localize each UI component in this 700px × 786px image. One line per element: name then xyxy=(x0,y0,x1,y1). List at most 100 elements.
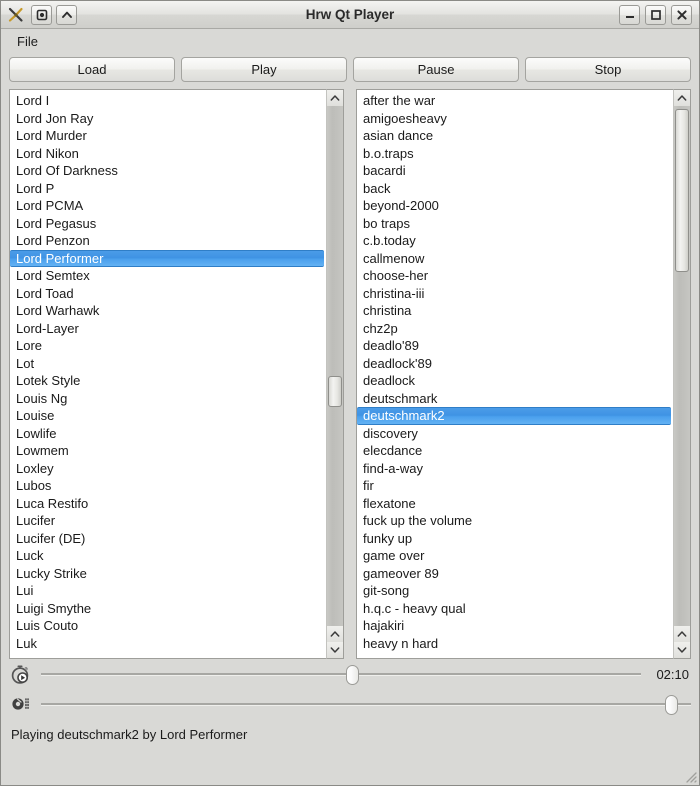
track-list-item[interactable]: fir xyxy=(357,477,673,495)
track-list-item[interactable]: bacardi xyxy=(357,162,673,180)
track-list-item[interactable]: chz2p xyxy=(357,320,673,338)
minimize-icon xyxy=(625,15,634,18)
artist-list-item[interactable]: Lucifer xyxy=(10,512,326,530)
track-list-item[interactable]: discovery xyxy=(357,425,673,443)
load-button[interactable]: Load xyxy=(9,57,175,82)
track-list-item[interactable]: bo traps xyxy=(357,215,673,233)
track-list-item[interactable]: fuck up the volume xyxy=(357,512,673,530)
artist-list-item[interactable]: Lowmem xyxy=(10,442,326,460)
track-list-item[interactable]: heavy n hard xyxy=(357,635,673,653)
scroll-up-arrow-bottom[interactable] xyxy=(674,626,690,642)
track-list-item[interactable]: callmenow xyxy=(357,250,673,268)
artist-list-item[interactable]: Lord Toad xyxy=(10,285,326,303)
artist-list-item[interactable]: Lord Semtex xyxy=(10,267,326,285)
menubar: File xyxy=(1,29,699,54)
scroll-track[interactable] xyxy=(327,106,343,626)
shade-button[interactable] xyxy=(56,4,77,25)
scroll-up-arrow[interactable] xyxy=(327,90,343,106)
artist-list-item[interactable]: Lowlife xyxy=(10,425,326,443)
track-list-item[interactable]: deadlock'89 xyxy=(357,355,673,373)
artist-list-scrollbar[interactable] xyxy=(326,89,344,659)
position-slider[interactable] xyxy=(41,663,641,685)
artist-list-item[interactable]: Lucifer (DE) xyxy=(10,530,326,548)
track-list-item[interactable]: deadlock xyxy=(357,372,673,390)
resize-grip-icon[interactable] xyxy=(681,767,697,783)
track-list-item[interactable]: after the war xyxy=(357,92,673,110)
scroll-up-arrow[interactable] xyxy=(674,90,690,106)
track-list-item[interactable]: flexatone xyxy=(357,495,673,513)
track-list-item[interactable]: christina-iii xyxy=(357,285,673,303)
artist-list-item[interactable]: Lui xyxy=(10,582,326,600)
stop-button[interactable]: Stop xyxy=(525,57,691,82)
artist-list-item[interactable]: Lord Pegasus xyxy=(10,215,326,233)
maximize-button[interactable] xyxy=(645,4,666,25)
time-label: 02:10 xyxy=(656,666,689,682)
artist-list-item[interactable]: Lord Warhawk xyxy=(10,302,326,320)
track-list-item[interactable]: choose-her xyxy=(357,267,673,285)
track-list-item[interactable]: funky up xyxy=(357,530,673,548)
scroll-thumb[interactable] xyxy=(328,376,342,407)
close-button[interactable] xyxy=(671,4,692,25)
chevron-up-icon xyxy=(61,11,72,18)
track-list-item[interactable]: asian dance xyxy=(357,127,673,145)
artist-list-item[interactable]: Lord-Layer xyxy=(10,320,326,338)
artist-list-item[interactable]: Loxley xyxy=(10,460,326,478)
artist-list-item[interactable]: Louise xyxy=(10,407,326,425)
track-list-item[interactable]: git-song xyxy=(357,582,673,600)
artist-list-item[interactable]: Lord I xyxy=(10,92,326,110)
track-list-item[interactable]: back xyxy=(357,180,673,198)
sticky-button[interactable] xyxy=(31,4,52,25)
track-list-item[interactable]: find-a-way xyxy=(357,460,673,478)
artist-list-item[interactable]: Luca Restifo xyxy=(10,495,326,513)
artist-list-item[interactable]: Lot xyxy=(10,355,326,373)
artist-list-item[interactable]: Lucky Strike xyxy=(10,565,326,583)
track-list[interactable]: after the war amigoesheavy asian dance b.o.… xyxy=(356,89,673,659)
artist-list-item[interactable]: Lord Performer xyxy=(10,249,324,267)
position-slider-handle[interactable] xyxy=(346,665,360,685)
track-list-item[interactable]: game over xyxy=(357,547,673,565)
track-list-items: after the war amigoesheavy asian dance b.o.… xyxy=(357,90,673,652)
pause-button[interactable]: Pause xyxy=(353,57,519,82)
artist-list-item[interactable]: Luck xyxy=(10,547,326,565)
track-list-item[interactable]: gameover 89 xyxy=(357,565,673,583)
track-list-scrollbar[interactable] xyxy=(673,89,691,659)
track-list-item[interactable]: christina xyxy=(357,302,673,320)
titlebar-left-controls xyxy=(5,4,77,25)
artist-list-item[interactable]: Lord Nikon xyxy=(10,145,326,163)
track-list-item[interactable]: deadlo'89 xyxy=(357,337,673,355)
artist-list-item[interactable]: Louis Ng xyxy=(10,390,326,408)
scroll-up-arrow-bottom[interactable] xyxy=(327,626,343,642)
scroll-down-arrow[interactable] xyxy=(674,642,690,658)
artist-list-item[interactable]: Lord Murder xyxy=(10,127,326,145)
volume-slider-handle[interactable] xyxy=(665,695,679,715)
track-list-item[interactable]: h.q.c - heavy qual xyxy=(357,600,673,618)
artist-list-item[interactable]: Lubos xyxy=(10,477,326,495)
artist-list-item[interactable]: Lord P xyxy=(10,180,326,198)
artist-list-item[interactable]: Luk xyxy=(10,635,326,653)
minimize-button[interactable] xyxy=(619,4,640,25)
artist-list-item[interactable]: Lord Jon Ray xyxy=(10,110,326,128)
track-list-item[interactable]: amigoesheavy xyxy=(357,110,673,128)
track-list-item[interactable]: c.b.today xyxy=(357,232,673,250)
scroll-track[interactable] xyxy=(674,106,690,626)
track-list-item[interactable]: beyond-2000 xyxy=(357,197,673,215)
artist-list-item[interactable]: Lord PCMA xyxy=(10,197,326,215)
artist-list-item[interactable]: Lotek Style xyxy=(10,372,326,390)
track-list-item[interactable]: deutschmark xyxy=(357,390,673,408)
artist-list-item[interactable]: Luis Couto xyxy=(10,617,326,635)
scroll-down-arrow[interactable] xyxy=(327,642,343,658)
artist-list-item[interactable]: Lore xyxy=(10,337,326,355)
artist-list-item[interactable]: Lord Of Darkness xyxy=(10,162,326,180)
track-list-item[interactable]: hajakiri xyxy=(357,617,673,635)
artist-list[interactable]: Lord I Lord Jon Ray Lord Murder Lord Nikon L… xyxy=(9,89,326,659)
menu-item-file[interactable]: File xyxy=(11,32,44,51)
track-list-item[interactable]: deutschmark2 xyxy=(357,407,671,425)
play-button[interactable]: Play xyxy=(181,57,347,82)
volume-slider[interactable] xyxy=(41,693,691,715)
track-list-item[interactable]: b.o.traps xyxy=(357,145,673,163)
artist-list-item[interactable]: Lord Penzon xyxy=(10,232,326,250)
scroll-thumb[interactable] xyxy=(675,108,689,272)
track-list-item[interactable]: elecdance xyxy=(357,442,673,460)
position-slider-groove xyxy=(41,673,641,676)
artist-list-item[interactable]: Luigi Smythe xyxy=(10,600,326,618)
